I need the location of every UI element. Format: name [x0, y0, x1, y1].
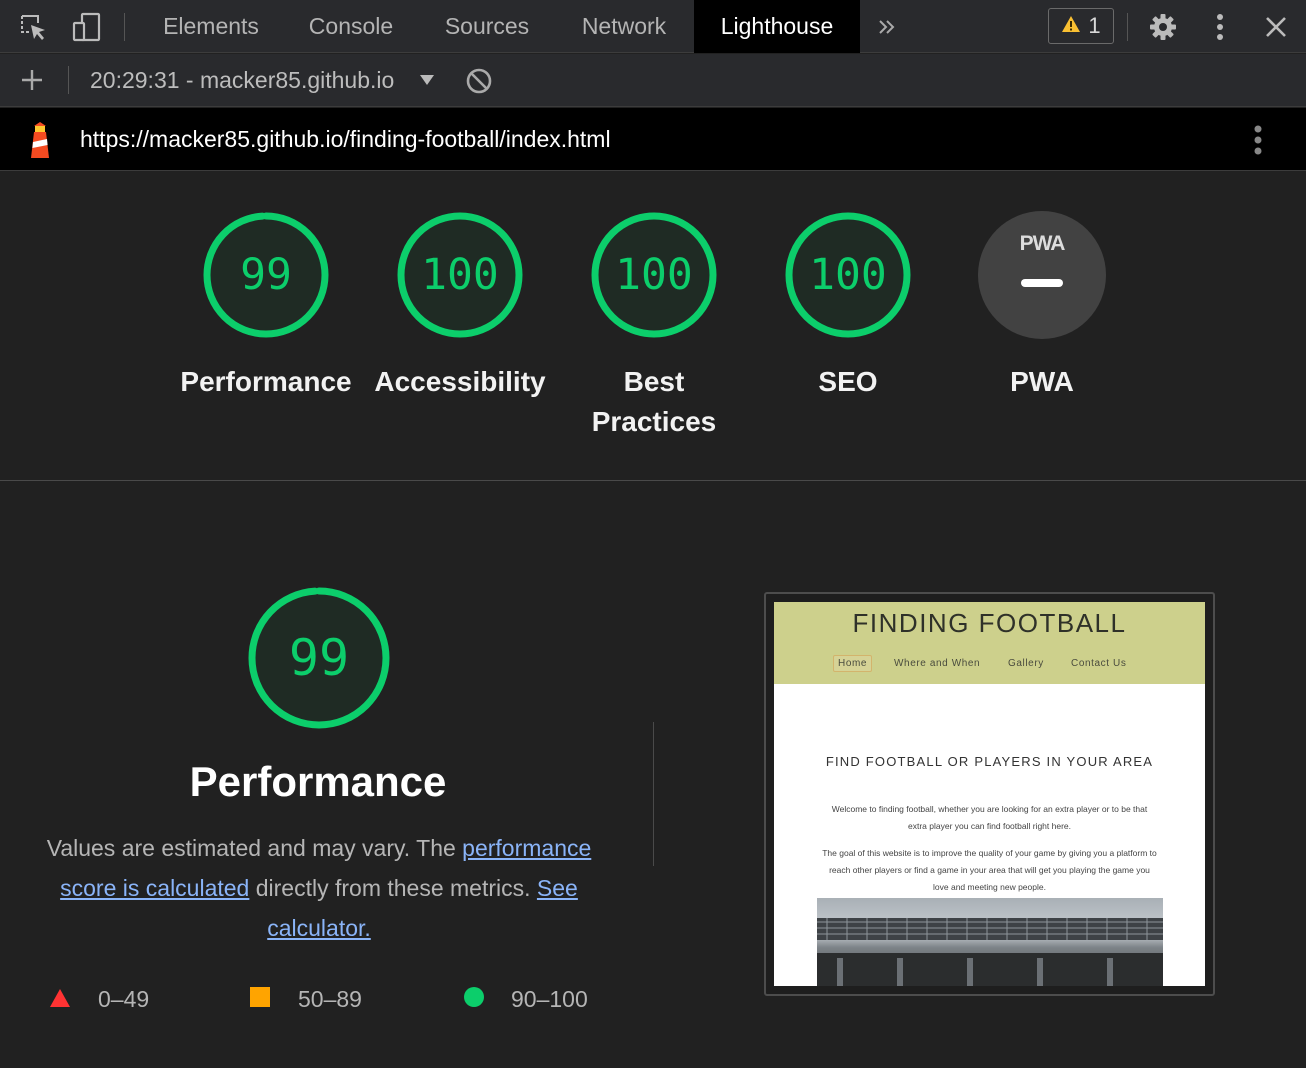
report-url: https://macker85.github.io/finding-footb… [80, 126, 611, 152]
pwa-badge-text: PWA [1019, 232, 1066, 255]
double-chevron-right-icon[interactable] [870, 10, 904, 44]
thumb-nav-contact: Contact Us [1071, 658, 1127, 669]
lighthouse-logo-icon [26, 122, 54, 163]
legend-range: 0–49 [98, 985, 150, 1012]
toolbar-separator [68, 66, 69, 94]
gauge-performance[interactable]: 99 Performance [176, 210, 356, 402]
gauge-accessibility[interactable]: 100 Accessibility [370, 210, 550, 402]
thumb-nav-gallery: Gallery [1008, 658, 1044, 669]
thumb-site-title: FINDING FOOTBALL [852, 608, 1127, 638]
lighthouse-toolbar: 20:29:31 - macker85.github.io [0, 54, 1306, 107]
gauge-score: 100 [615, 250, 693, 300]
gauge-ring: 100 [589, 210, 719, 340]
thumb-paragraph: The goal of this website is to improve t… [822, 848, 1157, 892]
square-icon [250, 986, 270, 1013]
toolbar-separator [1127, 13, 1128, 41]
gauge-label: Best Practices [591, 366, 717, 437]
gauge-ring: 100 [783, 210, 913, 340]
legend-fail: 0–49 [50, 982, 149, 1016]
plus-icon[interactable] [15, 63, 49, 97]
gauge-pwa[interactable]: PWA PWA [952, 210, 1132, 402]
legend-range: 90–100 [511, 985, 588, 1012]
performance-score: 99 [288, 629, 350, 687]
thumb-nav-where: Where and When [894, 658, 981, 669]
tab-console[interactable]: Console [286, 0, 416, 53]
performance-title: Performance [189, 758, 447, 805]
thumb-nav-home: Home [833, 655, 873, 672]
toolbar-separator [124, 13, 125, 41]
devtools-tab-bar: Elements Console Sources Network Lightho… [0, 0, 1306, 53]
legend-pass: 90–100 [464, 982, 588, 1016]
legend-average: 50–89 [250, 982, 362, 1016]
pwa-badge: PWA [977, 210, 1107, 340]
thumb-site-header: FINDING FOOTBALL Home Where and When Gal… [774, 602, 1205, 684]
close-icon[interactable] [1259, 10, 1293, 44]
gear-icon[interactable] [1146, 10, 1180, 44]
triangle-icon [50, 986, 70, 1013]
gauge-label: Performance [180, 366, 352, 397]
tab-elements[interactable]: Elements [140, 0, 282, 53]
circle-icon [464, 986, 484, 1013]
tab-sources[interactable]: Sources [420, 0, 554, 53]
device-toolbar-icon[interactable] [70, 10, 104, 44]
gauge-score: 100 [809, 250, 887, 300]
gauge-label: PWA [1010, 366, 1074, 397]
thumb-heading: FIND FOOTBALL OR PLAYERS IN YOUR AREA [825, 754, 1154, 769]
dropdown-triangle-icon[interactable] [410, 63, 444, 97]
report-session-select[interactable]: 20:29:31 - macker85.github.io [90, 54, 394, 107]
gauge-ring: 99 [201, 210, 331, 340]
performance-gauge: 99 [246, 585, 392, 731]
gauge-ring: 100 [395, 210, 525, 340]
vertical-divider [653, 722, 654, 866]
gauge-score: 100 [421, 250, 499, 300]
more-vertical-icon[interactable] [1203, 10, 1237, 44]
gauge-best-practices[interactable]: 100 Best Practices [564, 210, 744, 442]
clear-circle-icon[interactable] [462, 64, 496, 98]
warnings-badge[interactable]: 1 [1048, 8, 1114, 44]
inspect-element-icon[interactable] [16, 10, 50, 44]
final-screenshot: FINDING FOOTBALL Home Where and When Gal… [774, 602, 1205, 986]
thumb-stadium-image [817, 898, 1163, 986]
gauge-label: Accessibility [374, 366, 546, 397]
performance-description: Values are estimated and may vary. The p… [28, 828, 610, 948]
legend-range: 50–89 [298, 985, 362, 1012]
tab-network[interactable]: Network [558, 0, 690, 53]
description-text: directly from these metrics. [249, 875, 537, 901]
more-vertical-icon[interactable] [1253, 124, 1263, 161]
report-url-bar: https://macker85.github.io/finding-footb… [0, 108, 1306, 171]
thumb-paragraph: Welcome to finding football, whether you… [831, 804, 1148, 831]
section-divider [0, 480, 1306, 481]
gauge-score: 99 [240, 250, 292, 300]
description-text: Values are estimated and may vary. The [46, 835, 463, 861]
warning-count: 1 [1088, 13, 1101, 38]
tab-lighthouse[interactable]: Lighthouse [694, 0, 860, 53]
gauge-label: SEO [818, 366, 878, 397]
warning-icon [1061, 13, 1081, 39]
gauge-seo[interactable]: 100 SEO [758, 210, 938, 402]
